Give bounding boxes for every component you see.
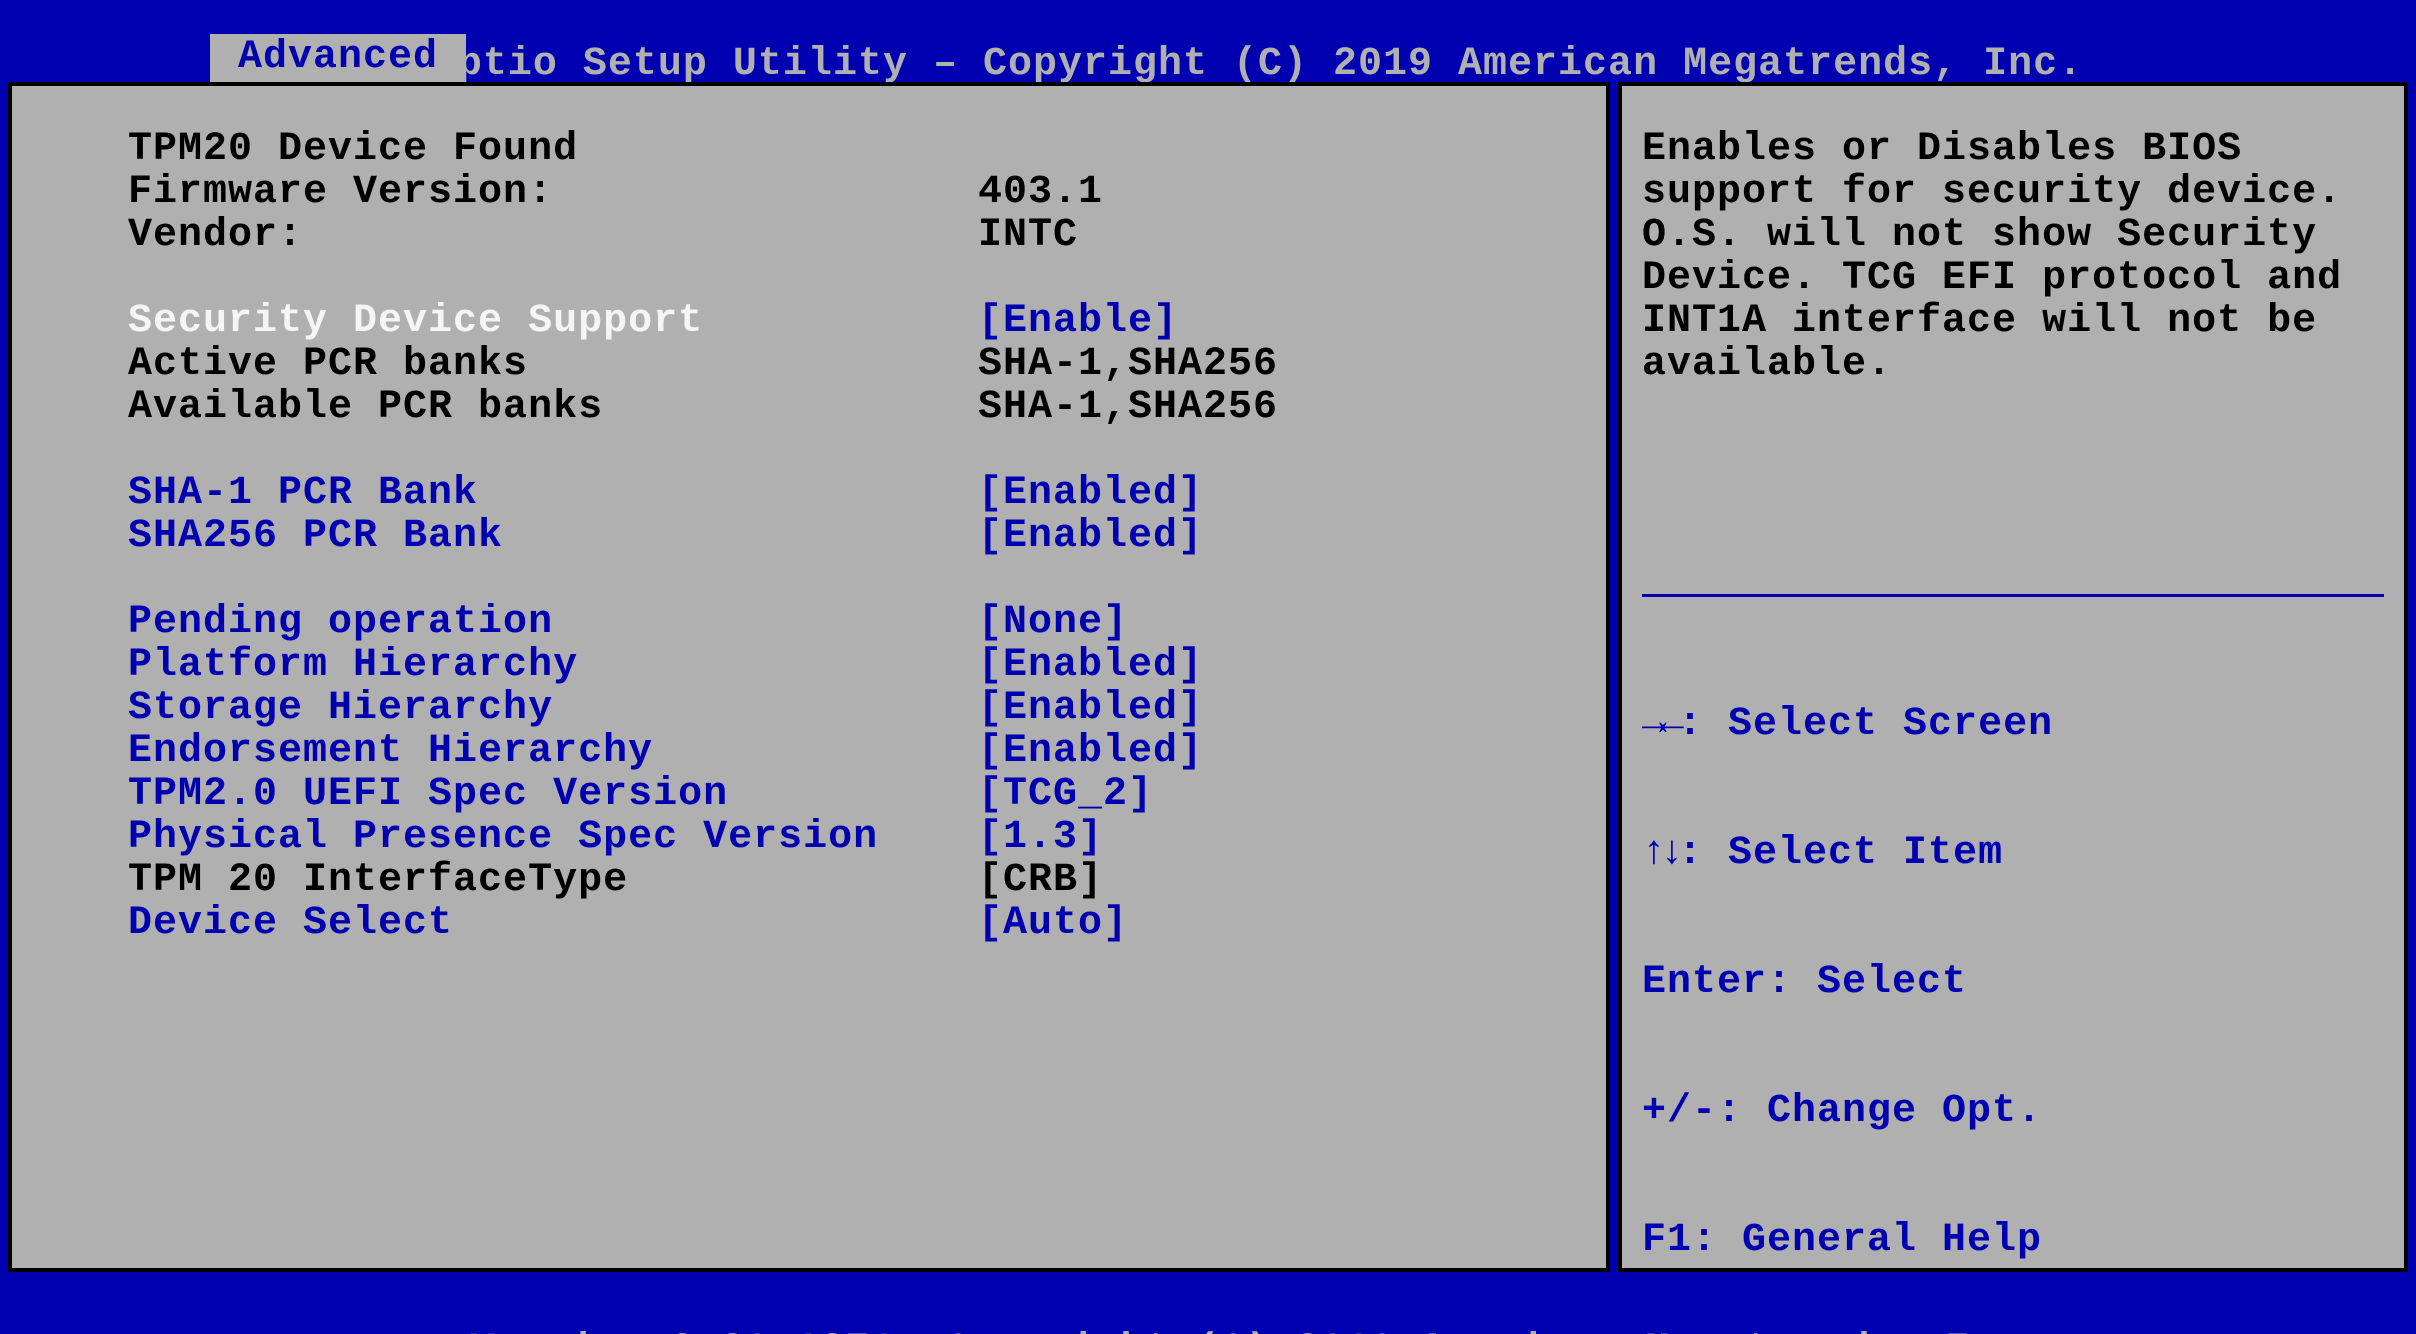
side-divider — [1642, 594, 2384, 597]
info-value: INTC — [978, 214, 1078, 257]
option-value: [TCG_2] — [978, 773, 1153, 816]
info-row: Vendor: INTC — [128, 214, 1576, 257]
option-value: [Auto] — [978, 902, 1128, 945]
title-text: Aptio Setup Utility – Copyright (C) 2019… — [433, 42, 2083, 87]
side-panel: Enables or Disables BIOS support for sec… — [1618, 82, 2408, 1272]
nav-legend: →←: Select Screen ↑↓: Select Item Enter:… — [1642, 617, 2384, 1334]
option-label: SHA256 PCR Bank — [128, 515, 978, 558]
title-bar: Aptio Setup Utility – Copyright (C) 2019… — [0, 0, 2416, 34]
tab-advanced[interactable]: Advanced — [210, 34, 466, 83]
readonly-value: SHA-1,SHA256 — [978, 343, 1278, 386]
option-label: Pending operation — [128, 601, 978, 644]
option-label: Device Select — [128, 902, 978, 945]
option-label: Endorsement Hierarchy — [128, 730, 978, 773]
readonly-row: TPM 20 InterfaceType [CRB] — [128, 859, 1576, 902]
readonly-label: TPM 20 InterfaceType — [128, 859, 978, 902]
blank-row — [128, 558, 1576, 601]
info-row: TPM20 Device Found — [128, 128, 1576, 171]
arrows-ud-icon: ↑↓ — [1642, 831, 1678, 876]
option-row[interactable]: TPM2.0 UEFI Spec Version [TCG_2] — [128, 773, 1576, 816]
option-row[interactable]: Endorsement Hierarchy [Enabled] — [128, 730, 1576, 773]
option-label: Platform Hierarchy — [128, 644, 978, 687]
option-row[interactable]: Pending operation [None] — [128, 601, 1576, 644]
legend-select-item: ↑↓: Select Item — [1642, 832, 2384, 875]
option-value: [None] — [978, 601, 1128, 644]
legend-enter: Enter: Select — [1642, 961, 2384, 1004]
readonly-value: [CRB] — [978, 859, 1103, 902]
bios-screen: Aptio Setup Utility – Copyright (C) 2019… — [0, 0, 2416, 1334]
option-row[interactable]: SHA-1 PCR Bank [Enabled] — [128, 472, 1576, 515]
option-value: [Enabled] — [978, 644, 1203, 687]
blank-row — [128, 429, 1576, 472]
option-value: [1.3] — [978, 816, 1103, 859]
option-value: [Enable] — [978, 300, 1178, 343]
readonly-row: Available PCR banks SHA-1,SHA256 — [128, 386, 1576, 429]
blank-row — [128, 257, 1576, 300]
legend-select-screen: →←: Select Screen — [1642, 703, 2384, 746]
info-row: Firmware Version: 403.1 — [128, 171, 1576, 214]
legend-text: : Select Item — [1678, 831, 2003, 876]
option-value: [Enabled] — [978, 730, 1203, 773]
info-value: 403.1 — [978, 171, 1103, 214]
option-label: Storage Hierarchy — [128, 687, 978, 730]
footer-bar: Version 2.20.1271. Copyright (C) 2019 Am… — [0, 1280, 2416, 1334]
readonly-label: Active PCR banks — [128, 343, 978, 386]
option-label: TPM2.0 UEFI Spec Version — [128, 773, 978, 816]
option-label: Security Device Support — [128, 300, 978, 343]
footer-text: Version 2.20.1271. Copyright (C) 2019 Am… — [470, 1328, 2045, 1334]
arrows-lr-icon: →← — [1642, 702, 1678, 747]
readonly-label: Available PCR banks — [128, 386, 978, 429]
side-spacer — [1642, 386, 2384, 586]
option-row[interactable]: SHA256 PCR Bank [Enabled] — [128, 515, 1576, 558]
option-row-selected[interactable]: Security Device Support [Enable] — [128, 300, 1576, 343]
body-area: TPM20 Device Found Firmware Version: 403… — [8, 82, 2408, 1272]
option-value: [Enabled] — [978, 472, 1203, 515]
help-text: Enables or Disables BIOS support for sec… — [1642, 128, 2384, 386]
legend-f1: F1: General Help — [1642, 1219, 2384, 1262]
option-row[interactable]: Physical Presence Spec Version [1.3] — [128, 816, 1576, 859]
main-panel: TPM20 Device Found Firmware Version: 403… — [8, 82, 1610, 1272]
legend-change-opt: +/-: Change Opt. — [1642, 1090, 2384, 1133]
option-label: SHA-1 PCR Bank — [128, 472, 978, 515]
info-label: Firmware Version: — [128, 171, 978, 214]
option-row[interactable]: Device Select [Auto] — [128, 902, 1576, 945]
option-row[interactable]: Storage Hierarchy [Enabled] — [128, 687, 1576, 730]
option-value: [Enabled] — [978, 515, 1203, 558]
option-label: Physical Presence Spec Version — [128, 816, 978, 859]
legend-text: : Select Screen — [1678, 702, 2053, 747]
readonly-row: Active PCR banks SHA-1,SHA256 — [128, 343, 1576, 386]
readonly-value: SHA-1,SHA256 — [978, 386, 1278, 429]
info-label: Vendor: — [128, 214, 978, 257]
option-row[interactable]: Platform Hierarchy [Enabled] — [128, 644, 1576, 687]
option-value: [Enabled] — [978, 687, 1203, 730]
info-label: TPM20 Device Found — [128, 128, 978, 171]
